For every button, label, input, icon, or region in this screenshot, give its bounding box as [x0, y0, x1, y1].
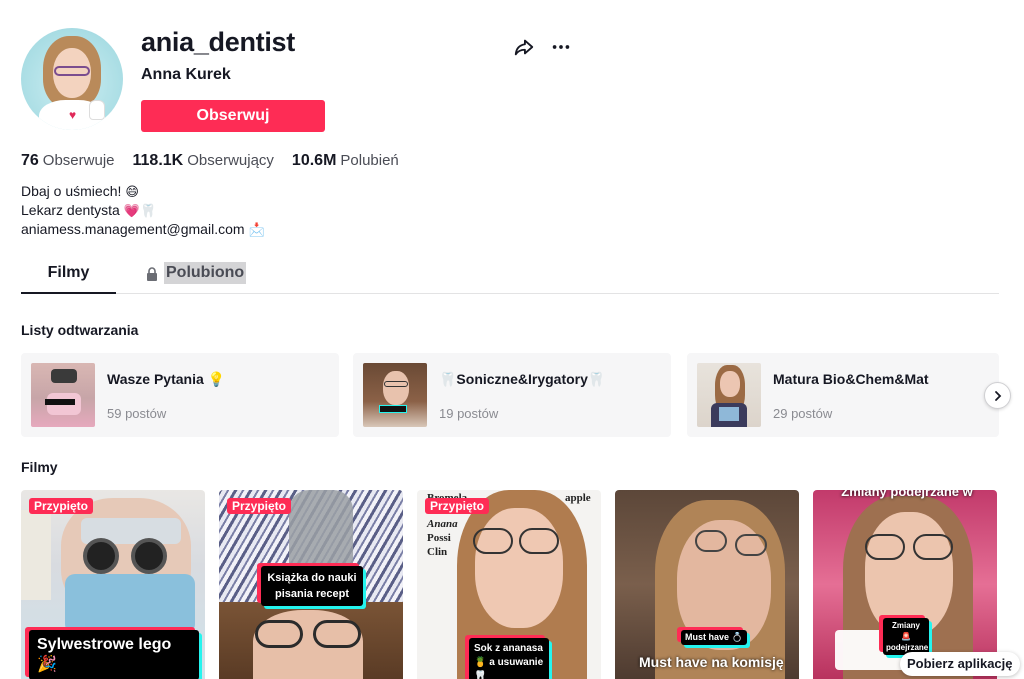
likes-stat: 10.6M Polubień	[292, 152, 399, 170]
real-name: Anna Kurek	[141, 66, 231, 83]
playlist-count: 59 postów	[107, 406, 167, 421]
video-thumbnail[interactable]: Must have 💍 Must have na komisję	[615, 490, 799, 679]
playlist-thumbnail	[697, 363, 761, 427]
likes-label: Polubień	[340, 152, 399, 169]
playlist-card[interactable]: Matura Bio&Chem&Mat 29 postów	[687, 353, 999, 437]
video-caption: Must have 💍	[681, 630, 747, 645]
bg-text: Anana	[427, 518, 458, 530]
video-caption: Sok z ananasa🍍 a usuwanie 🦷	[469, 638, 549, 679]
followers-label: Obserwujący	[187, 152, 274, 169]
playlist-card[interactable]: Wasze Pytania 💡 59 postów	[21, 353, 339, 437]
playlist-title: Wasze Pytania 💡	[107, 371, 226, 387]
playlists-title: Listy odtwarzania	[21, 322, 139, 338]
tab-films[interactable]: Filmy	[21, 262, 116, 294]
chevron-right-icon	[994, 390, 1001, 401]
lock-icon	[147, 267, 157, 281]
likes-count: 10.6M	[291, 152, 337, 169]
more-dots-icon[interactable]	[550, 36, 572, 58]
envelope-emoji-icon: 📩	[248, 222, 265, 237]
pinned-badge: Przypięto	[425, 498, 490, 514]
bio-line-1: Dbaj o uśmiech!	[21, 183, 122, 199]
smile-emoji-icon: 😄	[125, 184, 139, 199]
share-icon[interactable]	[513, 36, 535, 58]
playlist-title: 🦷Soniczne&Irygatory🦷	[439, 371, 606, 387]
username: ania_dentist	[141, 27, 295, 57]
videos-title: Filmy	[21, 459, 58, 475]
video-caption: Książka do nauki pisania recept	[261, 566, 363, 606]
tab-liked-label: Polubiono	[164, 262, 247, 284]
playlist-thumbnail	[31, 363, 95, 427]
pinned-badge: Przypięto	[227, 498, 292, 514]
video-thumbnail[interactable]: Bromela apple Anana Possi Clin Przypięto…	[417, 490, 601, 679]
bio-email: aniamess.management@gmail.com	[21, 221, 245, 237]
playlist-thumbnail	[363, 363, 427, 427]
playlist-count: 29 postów	[773, 406, 833, 421]
pinned-badge: Przypięto	[29, 498, 94, 514]
avatar[interactable]: ♥	[21, 28, 123, 130]
bio: Dbaj o uśmiech! 😄 Lekarz dentysta 💗🦷 aniam…	[21, 182, 265, 239]
following-stat[interactable]: 76 Obserwuje	[21, 152, 115, 170]
bg-text: Clin	[427, 546, 448, 558]
get-app-button[interactable]: Pobierz aplikację	[900, 652, 1020, 676]
profile-stats: 76 Obserwuje 118.1K Obserwujący 10.6M Polub…	[21, 152, 399, 170]
followers-stat[interactable]: 118.1K Obserwujący	[133, 152, 274, 170]
following-count: 76	[21, 152, 39, 169]
playlist-card[interactable]: 🦷Soniczne&Irygatory🦷 19 postów	[353, 353, 671, 437]
playlists-next-button[interactable]	[984, 382, 1011, 409]
tab-liked[interactable]: Polubiono	[146, 262, 266, 294]
followers-count: 118.1K	[132, 152, 184, 169]
heart-tooth-emoji-icon: 💗🦷	[123, 203, 157, 218]
bg-text: Possi	[427, 532, 451, 544]
video-thumbnail[interactable]: Zmiany podejrzane w Zmiany 🚨 podejrzane	[813, 490, 997, 679]
following-label: Obserwuje	[42, 152, 115, 169]
playlist-title: Matura Bio&Chem&Mat	[773, 371, 929, 387]
video-caption: Zmiany 🚨 podejrzane	[883, 618, 929, 655]
video-caption: Sylwestrowe lego 🎉	[29, 630, 199, 679]
profile-tabs: Filmy Polubiono	[21, 262, 999, 294]
playlist-count: 19 postów	[439, 406, 499, 421]
video-thumbnail[interactable]: Przypięto Sylwestrowe lego 🎉	[21, 490, 205, 679]
bio-line-2: Lekarz dentysta	[21, 202, 120, 218]
video-overlay-text: Zmiany podejrzane w	[841, 490, 973, 499]
video-thumbnail[interactable]: Przypięto Książka do nauki pisania recep…	[219, 490, 403, 679]
bg-text: apple	[565, 492, 591, 504]
follow-button[interactable]: Obserwuj	[141, 100, 325, 132]
video-overlay-text: Must have na komisję	[639, 654, 784, 670]
